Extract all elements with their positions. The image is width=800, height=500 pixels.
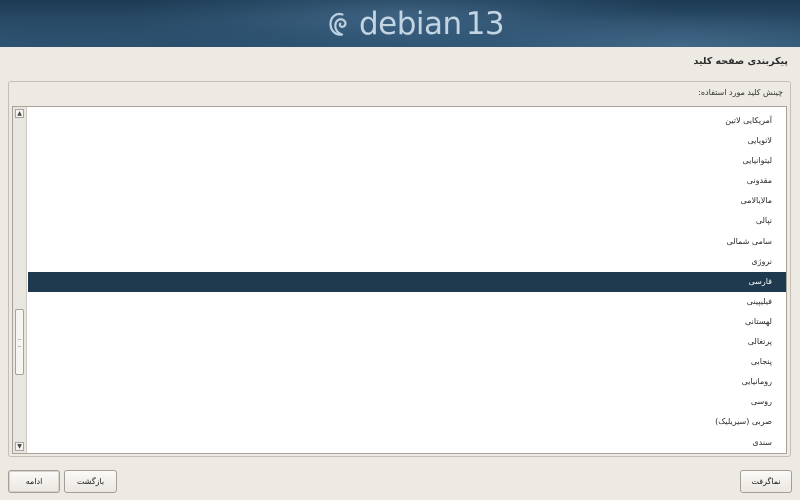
list-item[interactable]: مالایالامی: [28, 191, 786, 211]
list-item[interactable]: سندی: [28, 433, 786, 453]
list-item[interactable]: نپالی: [28, 211, 786, 231]
list-item[interactable]: فارسی: [28, 271, 786, 292]
list-item[interactable]: لیتوانیایی: [28, 151, 786, 171]
keymap-list: آمریکایی لاتین لاتویایی لیتوانیایی مقدونی ما…: [28, 111, 786, 453]
list-item[interactable]: روسی: [28, 392, 786, 412]
keymap-panel: چینش کلید مورد استفاده: ▲ ▼ آمریکایی لات…: [8, 81, 791, 457]
logo-word: debian: [359, 6, 462, 42]
list-item[interactable]: آمریکایی لاتین: [28, 111, 786, 131]
list-item[interactable]: فیلیپینی: [28, 292, 786, 312]
debian-logo: debian 13: [327, 6, 505, 42]
keymap-prompt: چینش کلید مورد استفاده:: [698, 88, 783, 97]
list-item[interactable]: رومانیایی: [28, 372, 786, 392]
grip-icon: [18, 339, 21, 347]
list-item[interactable]: مقدونی: [28, 171, 786, 191]
scroll-down-arrow-icon[interactable]: ▼: [15, 442, 24, 451]
debian-wordmark: debian 13: [359, 6, 505, 42]
continue-button[interactable]: ادامه: [8, 470, 60, 493]
list-item[interactable]: لاتویایی: [28, 131, 786, 151]
scroll-thumb[interactable]: [15, 309, 24, 375]
keymap-listbox[interactable]: ▲ ▼ آمریکایی لاتین لاتویایی لیتوانیایی مقدو…: [12, 106, 787, 454]
list-item[interactable]: پنجابی: [28, 352, 786, 372]
list-item[interactable]: لهستانی: [28, 312, 786, 332]
list-item[interactable]: صربی (سیریلیک): [28, 412, 786, 432]
scroll-up-arrow-icon[interactable]: ▲: [15, 109, 24, 118]
list-item[interactable]: سامی شمالی: [28, 232, 786, 252]
debian-swirl-icon: [327, 9, 351, 39]
vertical-scrollbar[interactable]: ▲ ▼: [13, 107, 27, 453]
list-item[interactable]: پرتغالی: [28, 332, 786, 352]
debian-banner: debian 13: [0, 0, 800, 47]
screenshot-button[interactable]: نماگرفت: [740, 470, 792, 493]
back-button[interactable]: بازگشت: [64, 470, 117, 493]
list-item[interactable]: نروژی: [28, 252, 786, 272]
installer-window: debian 13 پیکربندی صفحه کلید چینش کلید مو…: [0, 0, 800, 500]
logo-version: 13: [465, 6, 505, 42]
page-title: پیکربندی صفحه کلید: [693, 56, 788, 67]
